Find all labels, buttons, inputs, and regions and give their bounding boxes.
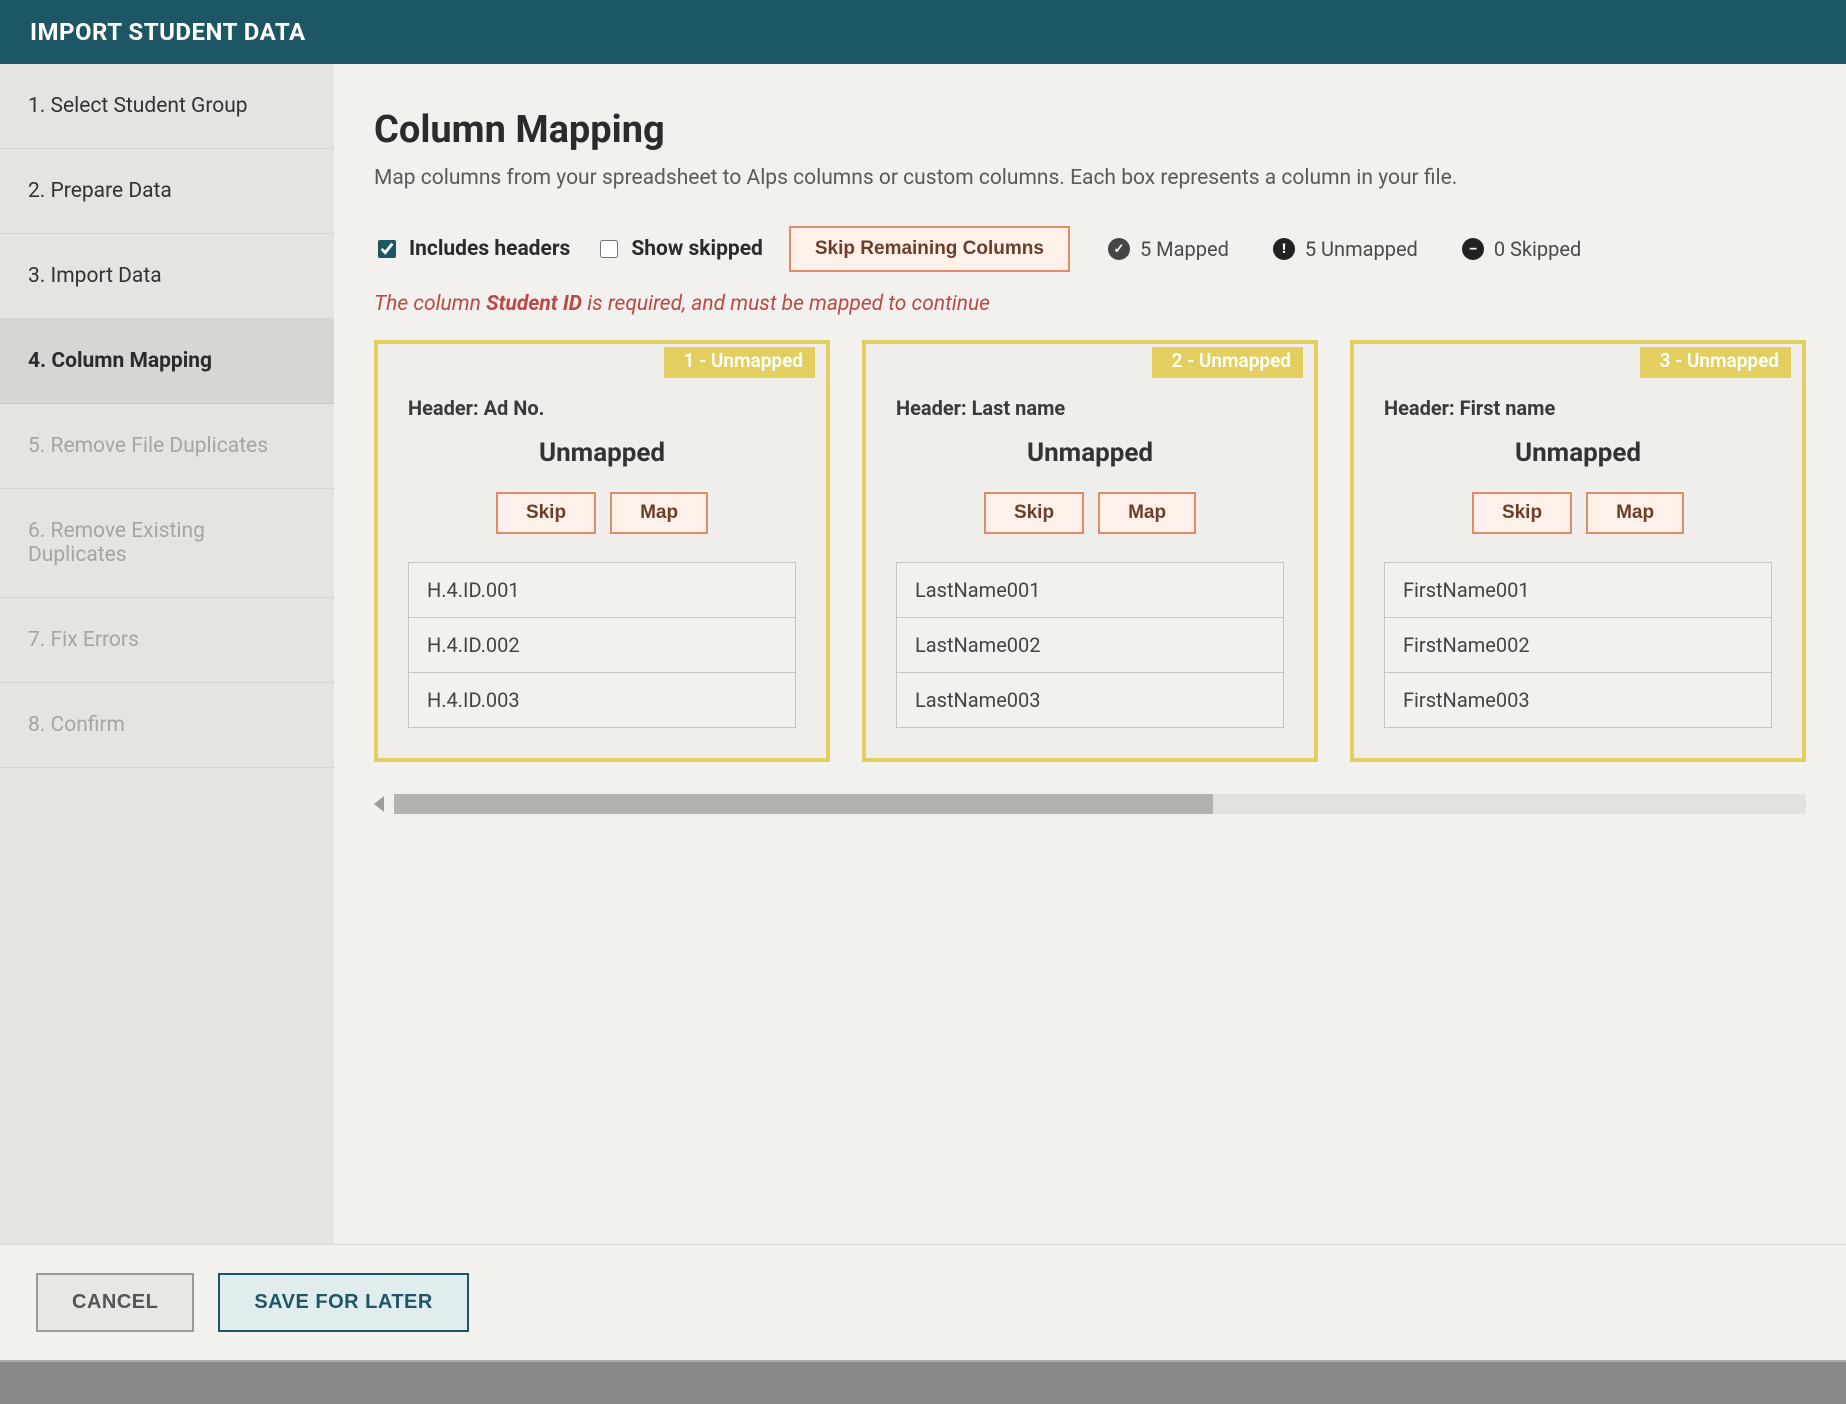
show-skipped-label: Show skipped (631, 237, 763, 261)
sample-row: LastName001 (897, 563, 1283, 618)
unmapped-count-text: 5 Unmapped (1305, 237, 1418, 261)
step-confirm: 8. Confirm (0, 683, 334, 768)
card-tag: 3 - Unmapped (1354, 344, 1802, 382)
sample-data-table: H.4.ID.001 H.4.ID.002 H.4.ID.003 (408, 562, 796, 728)
skipped-stat: 0 Skipped (1462, 237, 1581, 261)
sample-data-table: FirstName001 FirstName002 FirstName003 (1384, 562, 1772, 728)
step-prepare-data[interactable]: 2. Prepare Data (0, 149, 334, 234)
mapping-stats: 5 Mapped 5 Unmapped 0 Skipped (1108, 237, 1581, 261)
sample-row: FirstName001 (1385, 563, 1771, 618)
map-button[interactable]: Map (610, 492, 708, 534)
required-prefix: The column (374, 292, 486, 316)
page-title: Column Mapping (374, 108, 1806, 152)
show-skipped-checkbox[interactable] (600, 240, 618, 258)
step-select-student-group[interactable]: 1. Select Student Group (0, 64, 334, 149)
card-header-label: Header: Ad No. (408, 396, 796, 420)
save-for-later-button[interactable]: SAVE FOR LATER (218, 1273, 468, 1332)
show-skipped-checkbox-wrap[interactable]: Show skipped (596, 237, 763, 261)
minus-circle-icon (1462, 238, 1484, 260)
card-tag-text: 1 - Unmapped (664, 347, 815, 378)
card-status: Unmapped (896, 438, 1284, 468)
includes-headers-label: Includes headers (409, 237, 570, 261)
card-status: Unmapped (408, 438, 796, 468)
skip-button[interactable]: Skip (496, 492, 596, 534)
scrollbar-thumb[interactable] (394, 794, 1213, 814)
skip-button[interactable]: Skip (1472, 492, 1572, 534)
card-status: Unmapped (1384, 438, 1772, 468)
card-header-label: Header: First name (1384, 396, 1772, 420)
sample-row: LastName003 (897, 673, 1283, 727)
column-card-1: 1 - Unmapped Header: Ad No. Unmapped Ski… (374, 340, 830, 762)
card-tag-text: 3 - Unmapped (1640, 347, 1791, 378)
mapped-stat: 5 Mapped (1108, 237, 1229, 261)
sample-row: H.4.ID.002 (409, 618, 795, 673)
check-circle-icon (1108, 238, 1130, 260)
dialog-body: 1. Select Student Group 2. Prepare Data … (0, 64, 1846, 1244)
column-cards-container: 1 - Unmapped Header: Ad No. Unmapped Ski… (374, 340, 1806, 814)
required-suffix: is required, and must be mapped to conti… (582, 292, 990, 316)
step-remove-file-duplicates: 5. Remove File Duplicates (0, 404, 334, 489)
card-tag-text: 2 - Unmapped (1152, 347, 1303, 378)
skip-remaining-columns-button[interactable]: Skip Remaining Columns (789, 226, 1070, 272)
column-cards: 1 - Unmapped Header: Ad No. Unmapped Ski… (374, 340, 1806, 786)
step-remove-existing-duplicates: 6. Remove Existing Duplicates (0, 489, 334, 598)
sample-row: FirstName003 (1385, 673, 1771, 727)
sample-row: FirstName002 (1385, 618, 1771, 673)
skipped-count-text: 0 Skipped (1494, 237, 1581, 261)
sample-row: LastName002 (897, 618, 1283, 673)
card-tag: 2 - Unmapped (866, 344, 1314, 382)
dialog-title: IMPORT STUDENT DATA (0, 0, 1846, 64)
unmapped-stat: 5 Unmapped (1273, 237, 1418, 261)
includes-headers-checkbox[interactable] (378, 240, 396, 258)
mapped-count-text: 5 Mapped (1140, 237, 1229, 261)
scrollbar-track[interactable] (394, 794, 1806, 814)
sample-data-table: LastName001 LastName002 LastName003 (896, 562, 1284, 728)
wizard-steps-sidebar: 1. Select Student Group 2. Prepare Data … (0, 64, 334, 1244)
skip-button[interactable]: Skip (984, 492, 1084, 534)
dialog-footer: CANCEL SAVE FOR LATER (0, 1244, 1846, 1360)
scroll-left-arrow-icon[interactable] (374, 796, 384, 812)
step-fix-errors: 7. Fix Errors (0, 598, 334, 683)
card-header-label: Header: Last name (896, 396, 1284, 420)
card-tag: 1 - Unmapped (378, 344, 826, 382)
step-import-data[interactable]: 3. Import Data (0, 234, 334, 319)
column-card-2: 2 - Unmapped Header: Last name Unmapped … (862, 340, 1318, 762)
sample-row: H.4.ID.001 (409, 563, 795, 618)
import-student-data-dialog: IMPORT STUDENT DATA 1. Select Student Gr… (0, 0, 1846, 1360)
map-button[interactable]: Map (1586, 492, 1684, 534)
required-field-message: The column Student ID is required, and m… (374, 292, 1806, 316)
step-column-mapping[interactable]: 4. Column Mapping (0, 319, 334, 404)
sample-row: H.4.ID.003 (409, 673, 795, 727)
horizontal-scrollbar[interactable] (374, 794, 1806, 814)
page-subtitle: Map columns from your spreadsheet to Alp… (374, 166, 1806, 190)
exclamation-circle-icon (1273, 238, 1295, 260)
column-card-3: 3 - Unmapped Header: First name Unmapped… (1350, 340, 1806, 762)
controls-row: Includes headers Show skipped Skip Remai… (374, 226, 1806, 272)
includes-headers-checkbox-wrap[interactable]: Includes headers (374, 237, 570, 261)
cancel-button[interactable]: CANCEL (36, 1273, 194, 1332)
main-content: Column Mapping Map columns from your spr… (334, 64, 1846, 1244)
map-button[interactable]: Map (1098, 492, 1196, 534)
required-field-name: Student ID (486, 292, 582, 316)
